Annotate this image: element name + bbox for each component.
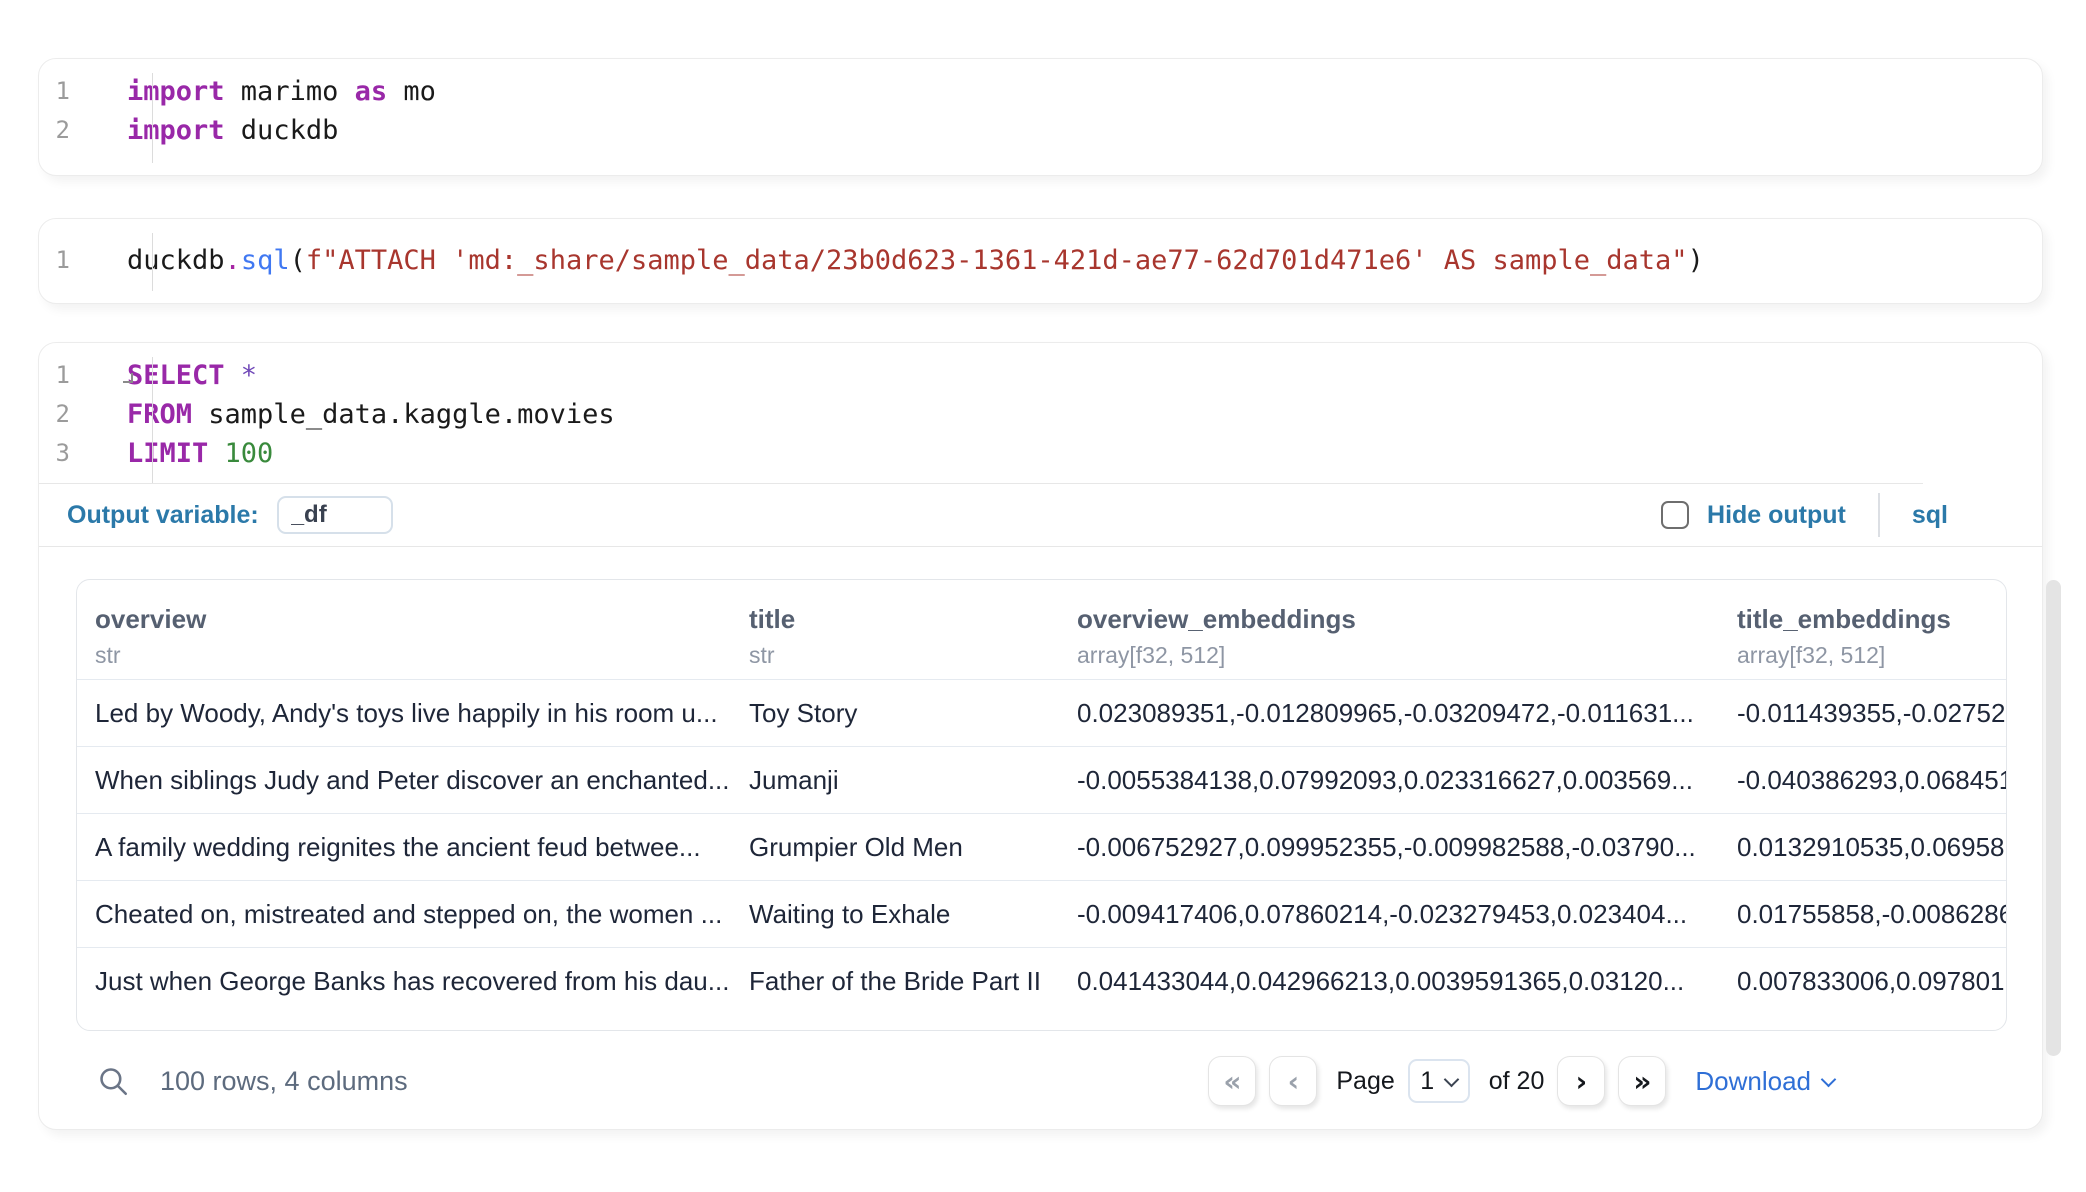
search-icon[interactable] [96,1064,130,1098]
output-variable-input[interactable] [277,496,393,534]
table-row: Led by Woody, Andy's toys live happily i… [77,679,2006,746]
line-number: 1 [39,241,114,280]
dataframe-table: overview str title str overview_embeddin… [76,579,2007,1031]
language-toggle[interactable]: sql [1912,501,1948,530]
table-row: When siblings Judy and Peter discover an… [77,746,2006,813]
cell-overview: Just when George Banks has recovered fro… [95,966,749,997]
download-label: Download [1695,1066,1811,1097]
code-text: SELECT * [114,356,257,395]
chevron-down-icon [1821,1071,1837,1087]
page-total-label: of 20 [1489,1067,1545,1096]
hide-output-label: Hide output [1707,501,1846,530]
output-variable-label: Output variable: [67,501,259,530]
line-number: 1 [39,356,114,395]
line-number: 2 [39,111,114,150]
page-select[interactable]: 1 [1408,1059,1470,1103]
column-header-title[interactable]: title str [749,604,1077,679]
gutter-divider [152,357,153,483]
cell-title: Toy Story [749,698,1077,729]
page-select-value: 1 [1420,1067,1434,1096]
table-footer: 100 rows, 4 columns « ‹ Page 1 of 20 › »… [39,1031,2042,1131]
code-text: import duckdb [114,111,338,150]
cell-overview-embeddings: -0.009417406,0.07860214,-0.023279453,0.0… [1077,899,1737,930]
cell-overview-embeddings: 0.041433044,0.042966213,0.0039591365,0.0… [1077,966,1737,997]
column-header-overview-embeddings[interactable]: overview_embeddings array[f32, 512] [1077,604,1737,679]
cell-title: Grumpier Old Men [749,832,1077,863]
cell-overview: Led by Woody, Andy's toys live happily i… [95,698,749,729]
sql-cell: 1 SELECT * 2 FROM sample_data.kaggle.mov… [38,342,2043,1130]
column-header-overview[interactable]: overview str [95,604,749,679]
code-line: 1 SELECT * [39,356,2042,395]
marimo-notebook: 1 import marimo as mo 2 import duckdb 1 … [0,0,2086,1192]
cell-overview-embeddings: -0.0055384138,0.07992093,0.023316627,0.0… [1077,765,1737,796]
download-button[interactable]: Download [1695,1066,1834,1097]
cell-overview: A family wedding reignites the ancient f… [95,832,749,863]
line-number: 1 [39,72,114,111]
code-line: 1 import marimo as mo [39,72,2042,111]
pagination: « ‹ Page 1 of 20 › » Download [1208,1056,1834,1106]
hide-output-checkbox[interactable] [1661,501,1689,529]
table-row: Just when George Banks has recovered fro… [77,947,2006,1014]
gutter-divider [152,73,153,163]
code-editor[interactable]: 1 SELECT * 2 FROM sample_data.kaggle.mov… [39,343,2042,473]
cell-title: Father of the Bride Part II [749,966,1077,997]
cell-title-embeddings: -0.040386293,0.068451 [1737,765,2006,796]
scrollbar-thumb[interactable] [2046,580,2061,1056]
code-line: 3 LIMIT 100 [39,434,2042,473]
gutter-divider [152,233,153,291]
code-editor[interactable]: 1 duckdb.sql(f"ATTACH 'md:_share/sample_… [39,219,2042,280]
code-line: 1 duckdb.sql(f"ATTACH 'md:_share/sample_… [39,241,2042,280]
cell-title-embeddings: 0.01755858,-0.0086286 [1737,899,2006,930]
line-number: 3 [39,434,114,473]
first-page-button[interactable]: « [1208,1056,1256,1106]
cell-overview: When siblings Judy and Peter discover an… [95,765,749,796]
code-text: LIMIT 100 [114,434,273,473]
output-bar-controls: Hide output sql [1661,493,2042,537]
divider [1878,493,1880,537]
code-text: import marimo as mo [114,72,436,111]
chevron-down-icon [1444,1071,1460,1087]
output-variable-bar: Output variable: Hide output sql [39,484,2042,546]
cell-title-embeddings: -0.011439355,-0.02752 [1737,698,2006,729]
column-header-title-embeddings[interactable]: title_embeddings array[f32, 512] [1737,604,2006,679]
table-header-row: overview str title str overview_embeddin… [77,580,2006,679]
previous-page-button[interactable]: ‹ [1269,1056,1317,1106]
code-text: FROM sample_data.kaggle.movies [114,395,615,434]
next-page-button[interactable]: › [1557,1056,1605,1106]
table-row: Cheated on, mistreated and stepped on, t… [77,880,2006,947]
code-cell-attach: 1 duckdb.sql(f"ATTACH 'md:_share/sample_… [38,218,2043,304]
page-label: Page [1336,1067,1394,1096]
cell-title-embeddings: 0.0132910535,0.06958 [1737,832,2006,863]
cell-title: Waiting to Exhale [749,899,1077,930]
line-number: 2 [39,395,114,434]
last-page-button[interactable]: » [1618,1056,1666,1106]
fold-chevron-icon[interactable] [123,373,133,383]
cell-title: Jumanji [749,765,1077,796]
divider [39,546,2042,547]
table-row: A family wedding reignites the ancient f… [77,813,2006,880]
cell-title-embeddings: 0.007833006,0.097801 [1737,966,2006,997]
cell-overview-embeddings: 0.023089351,-0.012809965,-0.03209472,-0.… [1077,698,1737,729]
row-count-summary: 100 rows, 4 columns [160,1066,408,1097]
cell-overview-embeddings: -0.006752927,0.099952355,-0.009982588,-0… [1077,832,1737,863]
code-editor[interactable]: 1 import marimo as mo 2 import duckdb [39,59,2042,150]
code-cell-imports: 1 import marimo as mo 2 import duckdb [38,58,2043,176]
code-text: duckdb.sql(f"ATTACH 'md:_share/sample_da… [114,241,1704,280]
code-line: 2 import duckdb [39,111,2042,150]
cell-overview: Cheated on, mistreated and stepped on, t… [95,899,749,930]
code-line: 2 FROM sample_data.kaggle.movies [39,395,2042,434]
